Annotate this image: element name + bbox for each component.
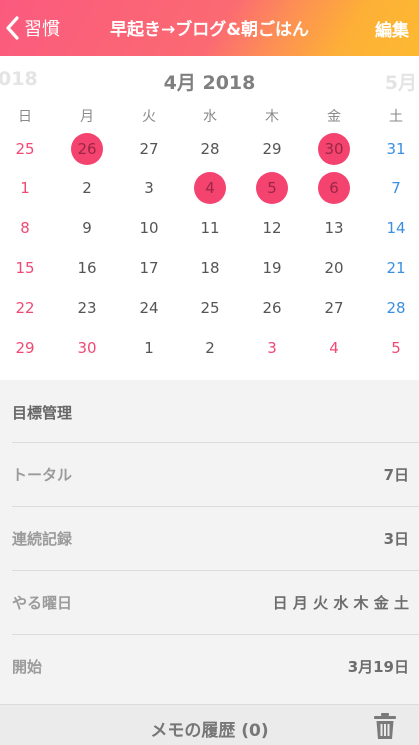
stat-label: 連続記録 [12, 530, 73, 548]
current-month-label: 4月 2018 [163, 72, 256, 94]
calendar-day[interactable]: 24 [133, 292, 165, 324]
calendar-day[interactable]: 9 [71, 212, 103, 244]
back-button[interactable]: 習慣 [4, 13, 60, 43]
stat-row-days: やる曜日 日 月 火 水 木 金 土 [12, 570, 419, 634]
calendar-day[interactable]: 14 [380, 212, 412, 244]
weekday-sat: 土 [389, 109, 403, 125]
weekday-wed: 水 [203, 109, 217, 125]
calendar-day[interactable]: 15 [9, 252, 41, 284]
calendar-day[interactable]: 4 [318, 332, 350, 364]
calendar-day[interactable]: 23 [71, 292, 103, 324]
calendar-day-completed[interactable]: 26 [71, 133, 103, 165]
next-month-button[interactable]: 5月 [385, 68, 417, 95]
stat-value: 3月19日 [347, 658, 409, 676]
calendar-day[interactable]: 5 [380, 332, 412, 364]
stat-label: やる曜日 [12, 594, 73, 612]
back-label: 習慣 [24, 19, 60, 40]
calendar-day[interactable]: 26 [256, 292, 288, 324]
stat-row-total: トータル 7日 [12, 442, 419, 506]
calendar-day-completed[interactable]: 4 [194, 172, 226, 204]
calendar-day[interactable]: 11 [194, 212, 226, 244]
month-nav: 018 4月 2018 5月 [0, 64, 419, 96]
weekday-sun: 日 [18, 109, 32, 125]
stat-label: トータル [12, 466, 73, 484]
calendar-day[interactable]: 27 [318, 292, 350, 324]
weekday-tue: 火 [142, 109, 156, 125]
calendar-day[interactable]: 17 [133, 252, 165, 284]
calendar-day[interactable]: 28 [194, 133, 226, 165]
calendar-day[interactable]: 3 [256, 332, 288, 364]
goal-management-title: 目標管理 [12, 404, 73, 422]
calendar-day[interactable]: 13 [318, 212, 350, 244]
goal-management-panel: 目標管理 トータル 7日 連続記録 3日 やる曜日 日 月 火 水 木 金 土 … [0, 380, 419, 745]
calendar-day[interactable]: 20 [318, 252, 350, 284]
calendar-day[interactable]: 25 [9, 133, 41, 165]
calendar-day[interactable]: 30 [71, 332, 103, 364]
calendar-day[interactable]: 29 [256, 133, 288, 165]
weekday-mon: 月 [80, 109, 94, 125]
stat-value: 日 月 火 水 木 金 土 [272, 594, 409, 612]
weekday-fri: 金 [327, 109, 341, 125]
calendar-day[interactable]: 18 [194, 252, 226, 284]
calendar-day[interactable]: 10 [133, 212, 165, 244]
stat-row-streak: 連続記録 3日 [12, 506, 419, 570]
calendar-day[interactable]: 8 [9, 212, 41, 244]
calendar-day[interactable]: 1 [9, 172, 41, 204]
calendar-day[interactable]: 2 [194, 332, 226, 364]
stat-label: 開始 [12, 658, 43, 676]
calendar-day[interactable]: 29 [9, 332, 41, 364]
calendar-day[interactable]: 3 [133, 172, 165, 204]
weekday-thu: 木 [265, 109, 279, 125]
header-bar: 習慣 早起き→ブログ&朝ごはん 編集 [0, 0, 419, 56]
stat-value: 7日 [383, 466, 409, 484]
calendar-day[interactable]: 25 [194, 292, 226, 324]
calendar-day[interactable]: 31 [380, 133, 412, 165]
calendar-day[interactable]: 16 [71, 252, 103, 284]
calendar-day-completed[interactable]: 6 [318, 172, 350, 204]
trash-icon[interactable] [373, 712, 397, 740]
calendar-day[interactable]: 21 [380, 252, 412, 284]
edit-button[interactable]: 編集 [375, 16, 409, 41]
calendar-day[interactable]: 19 [256, 252, 288, 284]
calendar-day[interactable]: 1 [133, 332, 165, 364]
memo-history-button[interactable]: メモの履歴 (0) [0, 716, 419, 741]
page-title: 早起き→ブログ&朝ごはん [109, 20, 310, 40]
calendar-day[interactable]: 27 [133, 133, 165, 165]
calendar-day[interactable]: 2 [71, 172, 103, 204]
stat-row-start: 開始 3月19日 [12, 634, 419, 698]
calendar-day[interactable]: 12 [256, 212, 288, 244]
chevron-left-icon [6, 16, 19, 40]
stat-value: 3日 [383, 530, 409, 548]
calendar-day[interactable]: 22 [9, 292, 41, 324]
footer-bar: メモの履歴 (0) [0, 704, 419, 745]
calendar-day-completed[interactable]: 30 [318, 133, 350, 165]
calendar-day[interactable]: 28 [380, 292, 412, 324]
calendar-day[interactable]: 7 [380, 172, 412, 204]
calendar-day-completed[interactable]: 5 [256, 172, 288, 204]
